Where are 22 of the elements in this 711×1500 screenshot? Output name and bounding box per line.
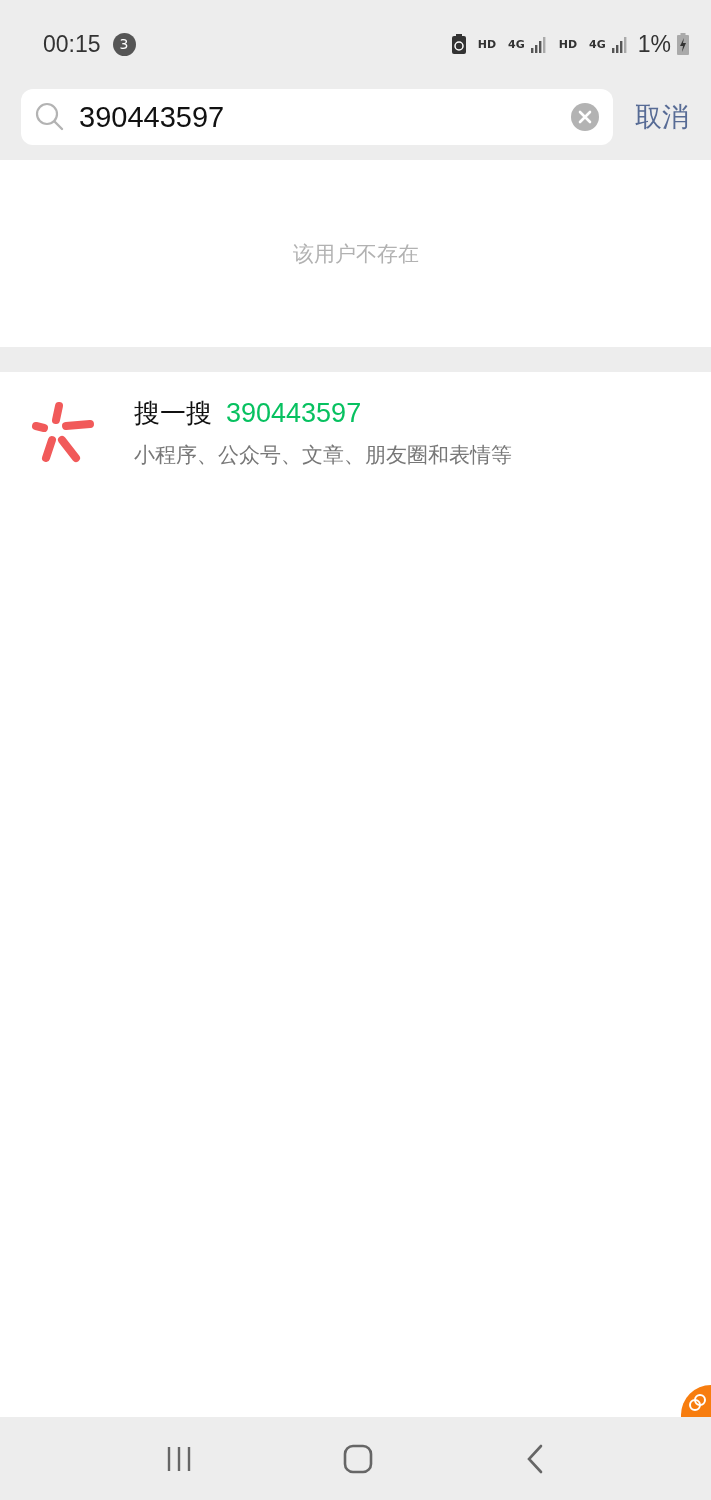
network-label: 4G — [589, 37, 606, 51]
battery-saver-icon — [451, 34, 466, 54]
empty-message: 该用户不存在 — [292, 240, 419, 268]
result-query: 390443597 — [226, 398, 362, 429]
battery-charging-icon — [677, 33, 689, 55]
floating-bubble-icon[interactable] — [681, 1385, 711, 1417]
result-title: 搜一搜 — [134, 397, 212, 430]
search-icon — [35, 102, 65, 132]
status-time: 00:15 — [43, 30, 101, 58]
result-subtitle: 小程序、公众号、文章、朋友圈和表情等 — [134, 442, 512, 469]
signal-icon — [530, 35, 547, 53]
recent-apps-icon[interactable] — [165, 1445, 192, 1472]
battery-percent: 1% — [637, 30, 671, 58]
network-label: HD — [558, 37, 578, 51]
network-label: 4G — [508, 37, 525, 51]
signal-icon — [611, 35, 628, 53]
home-icon[interactable] — [343, 1443, 374, 1474]
search-result-item[interactable]: 搜一搜 390443597 小程序、公众号、文章、朋友圈和表情等 — [0, 372, 711, 483]
notification-count: 3 — [112, 32, 136, 56]
cancel-button[interactable]: 取消 — [635, 99, 689, 135]
search-field[interactable]: 390443597 — [21, 89, 613, 145]
network-label: HD — [477, 37, 497, 51]
